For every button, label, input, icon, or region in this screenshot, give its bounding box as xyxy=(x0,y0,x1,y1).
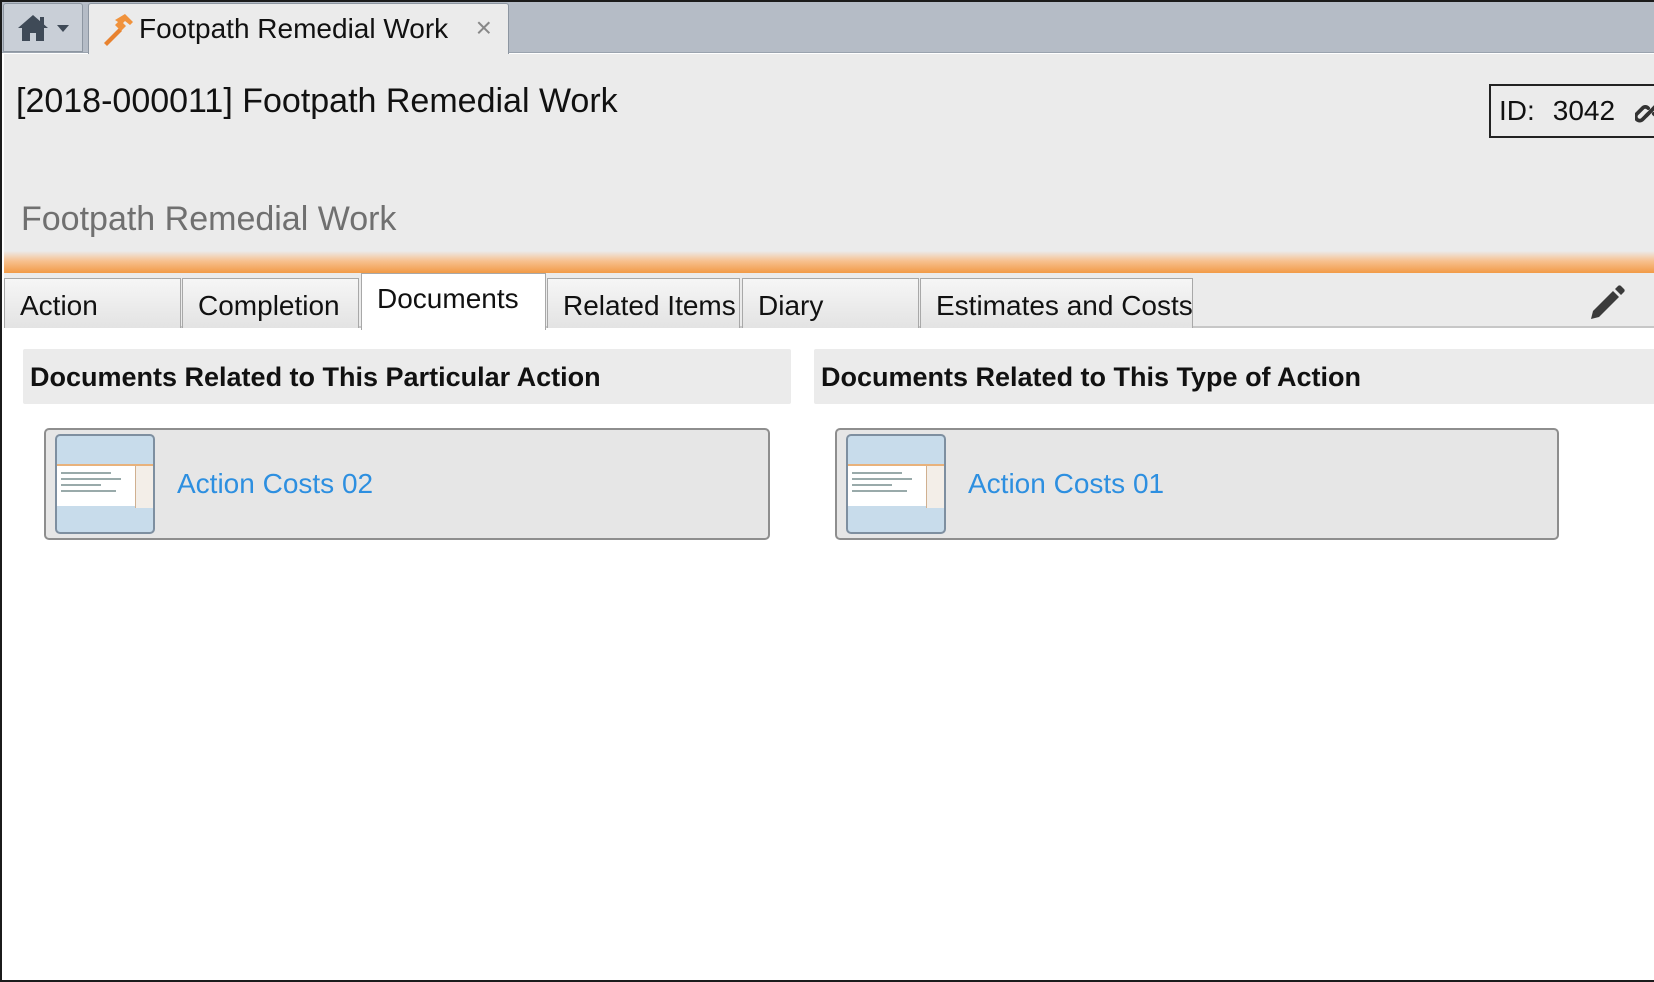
tab-related-items[interactable]: Related Items xyxy=(547,278,740,328)
link-icon[interactable] xyxy=(1635,96,1654,126)
caret-down-icon xyxy=(57,24,69,32)
particular-action-documents-heading: Documents Related to This Particular Act… xyxy=(23,349,791,404)
document-link[interactable]: Action Costs 02 xyxy=(177,468,373,500)
open-tab-title: Footpath Remedial Work xyxy=(139,13,449,44)
tab-action[interactable]: Action xyxy=(4,278,181,328)
document-thumbnail[interactable] xyxy=(55,434,155,534)
hammer-icon xyxy=(104,14,133,46)
document-link[interactable]: Action Costs 01 xyxy=(968,468,1164,500)
id-value: 3042 xyxy=(1552,95,1616,126)
close-tab-icon[interactable]: × xyxy=(476,14,492,42)
record-id-box: ID: 3042 xyxy=(1489,84,1654,138)
record-subtitle: Footpath Remedial Work xyxy=(21,200,397,238)
top-tab-strip: Footpath Remedial Work × xyxy=(2,2,1654,54)
home-menu-button[interactable] xyxy=(3,3,83,52)
app-window: Footpath Remedial Work × [2018-000011] F… xyxy=(0,0,1654,982)
accent-divider xyxy=(4,251,1654,273)
section-tabs: Action Completion Documents Related Item… xyxy=(4,273,1654,330)
document-card[interactable]: Action Costs 02 xyxy=(44,428,770,540)
tab-estimates-and-costs[interactable]: Estimates and Costs xyxy=(920,278,1193,328)
id-label: ID: xyxy=(1499,95,1535,126)
pencil-icon[interactable] xyxy=(1587,281,1627,321)
document-thumbnail[interactable] xyxy=(846,434,946,534)
open-document-tab[interactable]: Footpath Remedial Work × xyxy=(88,3,509,54)
tab-documents[interactable]: Documents xyxy=(361,273,546,330)
document-card[interactable]: Action Costs 01 xyxy=(835,428,1559,540)
documents-content: Documents Related to This Particular Act… xyxy=(4,329,1654,980)
home-icon xyxy=(18,14,48,41)
tab-diary[interactable]: Diary xyxy=(742,278,919,328)
action-type-documents-heading: Documents Related to This Type of Action xyxy=(814,349,1654,404)
page-title: [2018-000011] Footpath Remedial Work xyxy=(16,82,618,120)
tab-completion[interactable]: Completion xyxy=(182,278,359,328)
record-header: [2018-000011] Footpath Remedial Work ID:… xyxy=(4,54,1654,251)
